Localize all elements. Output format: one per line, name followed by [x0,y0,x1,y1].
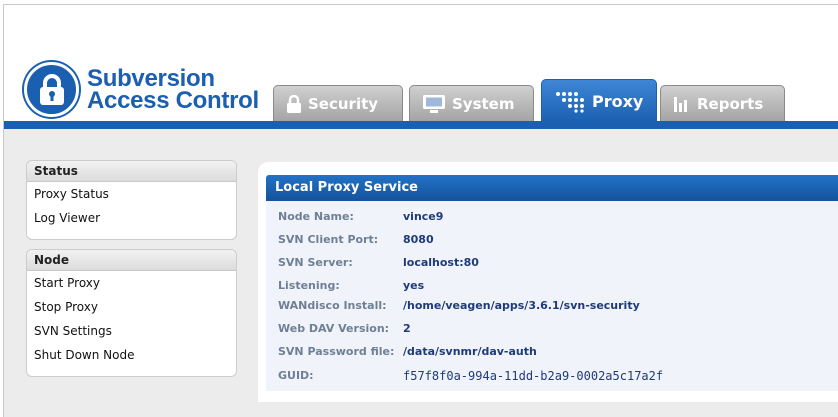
info-label: SVN Password file: [278,345,395,358]
info-value: /home/veagen/apps/3.6.1/svn-security [403,299,640,312]
info-value-guid: f57f8f0a-994a-11dd-b2a9-0002a5c17a2f [403,369,664,383]
info-value: /data/svnmr/dav-auth [403,345,537,358]
sidebar-item-start-proxy[interactable]: Start Proxy [27,271,236,295]
tab-security[interactable]: Security [273,85,403,121]
info-label: SVN Server: [278,256,353,269]
panel-body: Node Name: vince9 SVN Client Port: 8080 … [266,201,838,391]
app-logo: Subversion Access Control [24,62,259,117]
info-label: Node Name: [278,210,354,223]
sidebar-item-shut-down-node[interactable]: Shut Down Node [27,343,236,367]
sidebar-node-box: Node Start Proxy Stop Proxy SVN Settings… [26,249,237,377]
lock-icon [287,94,301,113]
proxy-service-panel: Local Proxy Service Node Name: vince9 SV… [258,162,838,402]
info-value: vince9 [403,210,444,223]
tab-proxy-label: Proxy [592,92,644,111]
tab-bar-underline [4,121,838,129]
monitor-icon [423,94,445,113]
bar-chart-icon [674,96,687,112]
info-label: WANdisco Install: [278,299,387,312]
padlock-logo-icon [24,62,79,117]
network-dots-icon [556,91,584,113]
info-label: Web DAV Version: [278,322,390,335]
info-row-guid: GUID: f57f8f0a-994a-11dd-b2a9-0002a5c17a… [278,369,663,383]
info-row-listening: Listening: yes [278,279,424,292]
sidebar-item-svn-settings[interactable]: SVN Settings [27,319,236,343]
tab-reports-label: Reports [697,94,764,113]
info-row-svn-server: SVN Server: localhost:80 [278,256,479,269]
sidebar-item-stop-proxy[interactable]: Stop Proxy [27,295,236,319]
sidebar-status-box: Status Proxy Status Log Viewer [26,160,237,240]
tab-system[interactable]: System [409,85,534,121]
info-row-node-name: Node Name: vince9 [278,210,443,223]
panel-title: Local Proxy Service [266,175,838,201]
info-value: 2 [403,322,411,335]
tab-security-label: Security [308,94,379,113]
tab-proxy[interactable]: Proxy [541,79,657,123]
info-label: SVN Client Port: [278,233,379,246]
sidebar-item-proxy-status[interactable]: Proxy Status [27,182,236,206]
info-row-dav-version: Web DAV Version: 2 [278,322,411,335]
sidebar-node-title: Node [27,250,236,271]
info-value: localhost:80 [403,256,479,269]
logo-text: Subversion Access Control [87,66,259,114]
sidebar-status-title: Status [27,161,236,182]
info-label: GUID: [278,369,314,382]
tab-system-label: System [452,94,515,113]
tab-reports[interactable]: Reports [660,85,785,121]
sidebar-item-log-viewer[interactable]: Log Viewer [27,206,236,230]
info-value: yes [403,279,425,292]
info-row-client-port: SVN Client Port: 8080 [278,233,434,246]
info-row-install: WANdisco Install: /home/veagen/apps/3.6.… [278,299,640,312]
info-label: Listening: [278,279,340,292]
info-row-password-file: SVN Password file: /data/svnmr/dav-auth [278,345,537,358]
logo-line2: Access Control [87,86,259,114]
info-value: 8080 [403,233,434,246]
